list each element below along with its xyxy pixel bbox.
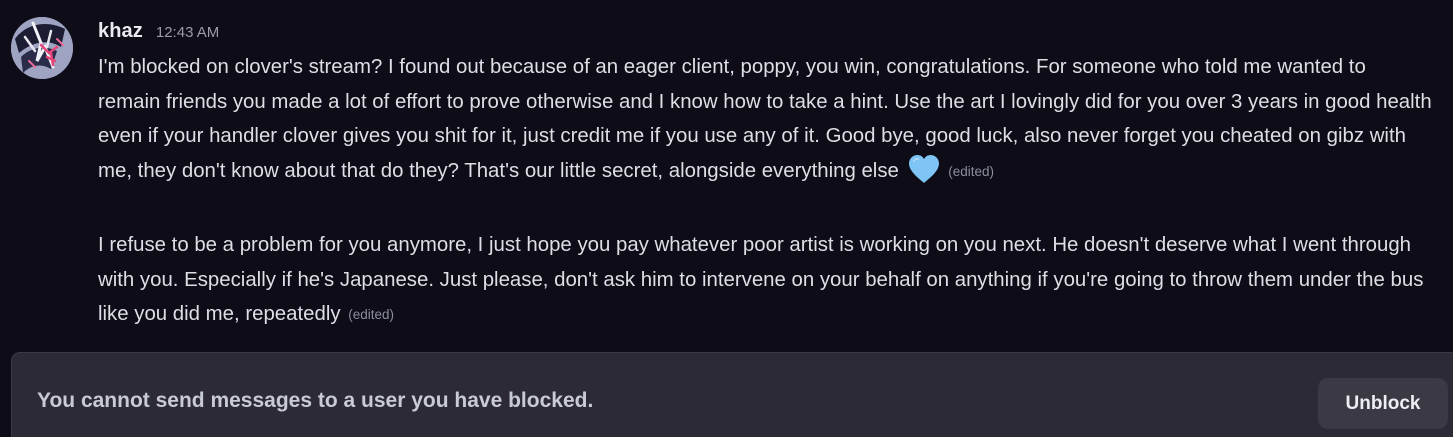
username[interactable]: khaz xyxy=(98,20,143,43)
unblock-button[interactable]: Unblock xyxy=(1318,378,1448,429)
avatar-image xyxy=(11,17,73,79)
avatar[interactable] xyxy=(11,17,73,79)
edited-label: (edited) xyxy=(948,163,994,179)
message-content: I refuse to be a problem for you anymore… xyxy=(98,228,1433,333)
message-text: I refuse to be a problem for you anymore… xyxy=(98,234,1424,325)
message-content: I'm blocked on clover's stream? I found … xyxy=(98,50,1433,189)
message-text: I'm blocked on clover's stream? I found … xyxy=(98,56,1432,182)
message-group: khaz 12:43 AM I'm blocked on clover's st… xyxy=(0,0,1453,340)
blocked-notice-bar: You cannot send messages to a user you h… xyxy=(11,352,1453,437)
edited-label: (edited) xyxy=(348,307,395,322)
blocked-notice-text: You cannot send messages to a user you h… xyxy=(37,389,594,412)
message-header: khaz 12:43 AM xyxy=(98,20,219,46)
blue-heart-icon[interactable] xyxy=(907,154,941,184)
timestamp[interactable]: 12:43 AM xyxy=(156,24,219,41)
